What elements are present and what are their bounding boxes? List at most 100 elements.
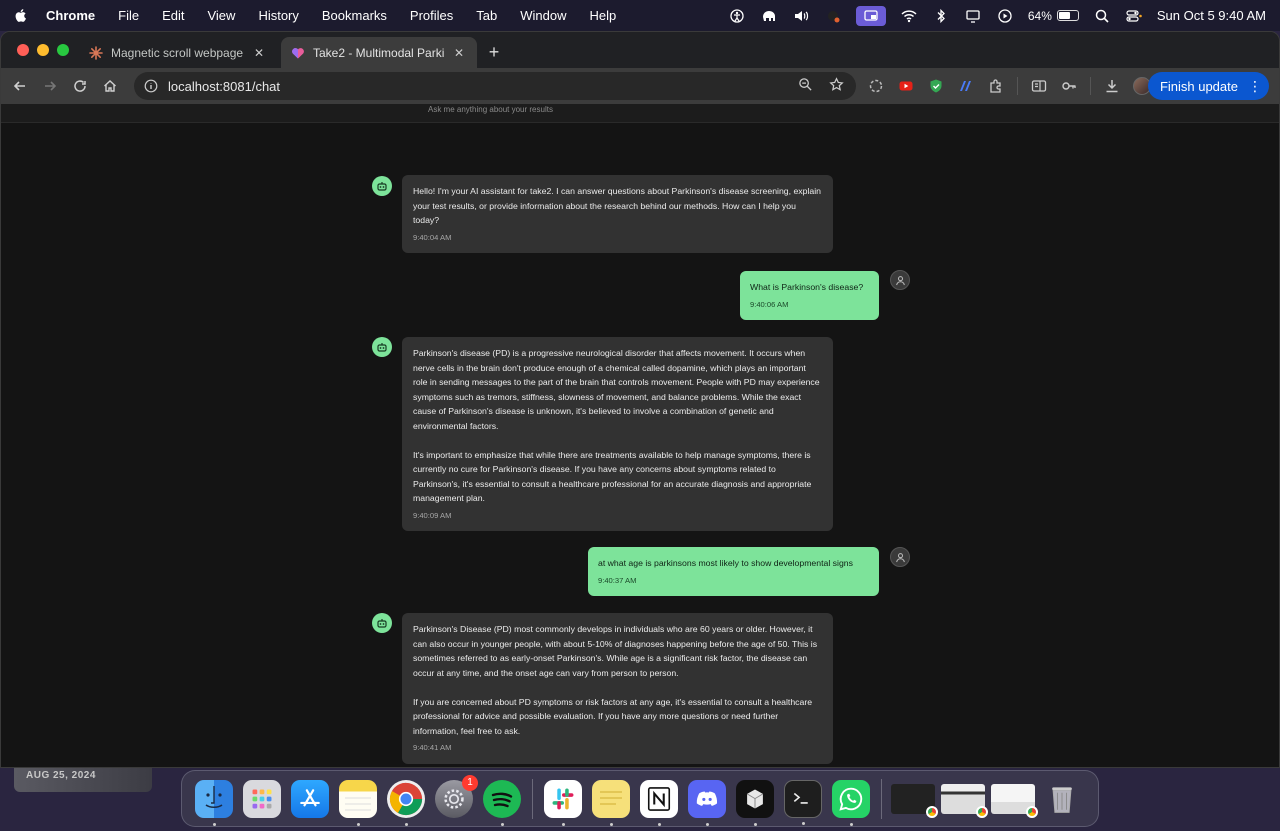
menu-profiles[interactable]: Profiles [410, 8, 453, 23]
menu-bookmarks[interactable]: Bookmarks [322, 8, 387, 23]
bot-message: Parkinson's Disease (PD) most commonly d… [402, 613, 833, 764]
menu-tab[interactable]: Tab [476, 8, 497, 23]
menu-window[interactable]: Window [520, 8, 566, 23]
more-menu-icon[interactable]: ⋮ [1248, 78, 1262, 95]
message-text: Parkinson's disease (PD) is a progressiv… [413, 348, 820, 431]
message-text: at what age is parkinsons most likely to… [598, 558, 853, 568]
close-tab-icon[interactable]: ✕ [451, 45, 467, 61]
trash-icon[interactable] [1043, 780, 1081, 818]
desktop-dock-area: AUG 25, 2024 1 [0, 768, 1280, 831]
dock: 1 [181, 770, 1099, 827]
screen-mirroring-icon[interactable] [855, 5, 886, 26]
menu-view[interactable]: View [207, 8, 235, 23]
bookmark-star-icon[interactable] [829, 77, 844, 95]
elephant-app-icon[interactable] [760, 8, 778, 24]
puzzle-extensions-icon[interactable] [987, 77, 1005, 95]
control-center-icon[interactable] [1125, 8, 1143, 24]
notes-icon[interactable] [339, 779, 377, 826]
minimized-window-thumbnail[interactable] [991, 783, 1038, 818]
whatsapp-icon[interactable] [832, 779, 870, 826]
bot-message: Parkinson's disease (PD) is a progressiv… [402, 337, 833, 531]
finder-icon[interactable] [195, 779, 233, 826]
message-text: Parkinson's Disease (PD) most commonly d… [413, 624, 818, 678]
menu-history[interactable]: History [258, 8, 298, 23]
menu-app-name[interactable]: Chrome [46, 8, 95, 23]
zoom-icon[interactable] [798, 77, 813, 95]
shield-extension-icon[interactable] [927, 77, 945, 95]
app-indicator-icon[interactable] [824, 8, 842, 24]
desktop-wallpaper-thumbnail: AUG 25, 2024 [14, 768, 152, 792]
minimize-window-button[interactable] [37, 44, 49, 56]
finish-update-button[interactable]: Finish update ⋮ [1147, 72, 1269, 100]
display-icon[interactable] [964, 8, 982, 24]
spotlight-search-icon[interactable] [1093, 8, 1111, 24]
url-text[interactable]: localhost:8081/chat [168, 79, 280, 94]
close-window-button[interactable] [17, 44, 29, 56]
menubar-clock[interactable]: Sun Oct 5 9:40 AM [1157, 8, 1266, 23]
menu-edit[interactable]: Edit [162, 8, 184, 23]
app-store-icon[interactable] [291, 779, 329, 818]
menu-file[interactable]: File [118, 8, 139, 23]
take2-favicon-icon [291, 46, 305, 60]
extension-loader-icon[interactable] [867, 77, 885, 95]
tab-magnetic-scroll[interactable]: Magnetic scroll webpage des ✕ [79, 37, 277, 68]
battery-indicator[interactable]: 64% [1028, 9, 1079, 23]
message-text: It's important to emphasize that while t… [413, 449, 812, 504]
wifi-icon[interactable] [900, 8, 918, 24]
minimized-window-thumbnail[interactable] [941, 783, 988, 818]
3d-app-icon[interactable] [736, 779, 774, 826]
reload-button[interactable] [65, 71, 95, 101]
new-tab-icon[interactable]: + [484, 42, 504, 62]
back-button[interactable] [5, 71, 35, 101]
toolbar-divider [1090, 77, 1091, 95]
tab-strip: Magnetic scroll webpage des ✕ Take2 - Mu… [1, 32, 1279, 68]
notification-badge: 1 [462, 774, 478, 791]
extensions-area [867, 68, 1151, 104]
stickies-icon[interactable] [592, 779, 630, 826]
volume-icon[interactable] [792, 8, 810, 24]
address-bar[interactable]: localhost:8081/chat [134, 72, 856, 100]
system-settings-icon[interactable]: 1 [435, 774, 478, 818]
message-text: What is Parkinson's disease? [750, 282, 864, 292]
now-playing-icon[interactable] [996, 8, 1014, 24]
downloads-icon[interactable] [1103, 77, 1121, 95]
bot-avatar-icon [372, 337, 392, 357]
maximize-window-button[interactable] [57, 44, 69, 56]
apple-menu-icon[interactable] [14, 8, 32, 23]
accessibility-icon[interactable] [728, 8, 746, 24]
user-message: at what age is parkinsons most likely to… [588, 547, 879, 596]
analytics-extension-icon[interactable] [957, 77, 975, 95]
menu-help[interactable]: Help [590, 8, 617, 23]
message-timestamp: 9:40:41 AM [413, 743, 452, 752]
dock-divider [532, 778, 533, 819]
message-text: If you are concerned about PD symptoms o… [413, 696, 813, 736]
forward-button[interactable] [35, 71, 65, 101]
user-message: What is Parkinson's disease? 9:40:06 AM [740, 271, 879, 320]
notion-icon[interactable] [640, 779, 678, 826]
home-button[interactable] [95, 71, 125, 101]
discord-icon[interactable] [688, 779, 726, 826]
claude-favicon-icon [89, 45, 103, 60]
bluetooth-icon[interactable] [932, 8, 950, 24]
spotify-icon[interactable] [483, 779, 521, 826]
terminal-icon[interactable] [784, 779, 822, 825]
status-area: 64% Sun Oct 5 9:40 AM [728, 0, 1280, 31]
finish-update-label: Finish update [1159, 78, 1238, 94]
chrome-icon[interactable] [387, 779, 425, 826]
message-text: Hello! I'm your AI assistant for take2. … [413, 186, 821, 225]
tab-take2[interactable]: Take2 - Multimodal Parkinson ✕ [281, 37, 477, 68]
bot-message: Hello! I'm your AI assistant for take2. … [402, 175, 833, 253]
chat-page: Ask me anything about your results Hello… [1, 104, 1279, 767]
chat-header-hint: Ask me anything about your results [1, 104, 1279, 123]
youtube-extension-icon[interactable] [897, 77, 915, 95]
close-tab-icon[interactable]: ✕ [251, 45, 267, 61]
user-avatar-icon [890, 547, 910, 567]
site-info-icon[interactable] [144, 79, 158, 93]
battery-percent: 64% [1027, 8, 1052, 23]
minimized-window-thumbnail[interactable] [891, 783, 938, 818]
slack-icon[interactable] [544, 779, 582, 826]
password-key-icon[interactable] [1060, 77, 1078, 95]
chrome-window: Magnetic scroll webpage des ✕ Take2 - Mu… [0, 31, 1280, 768]
launchpad-icon[interactable] [243, 779, 281, 818]
reading-mode-icon[interactable] [1030, 77, 1048, 95]
